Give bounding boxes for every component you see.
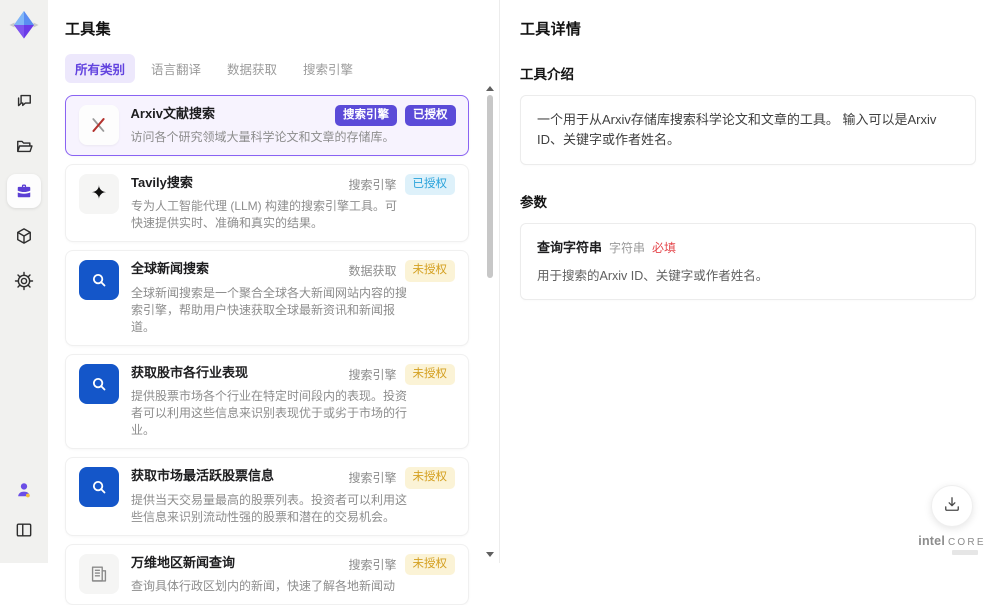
tool-name: 获取股市各行业表现 (131, 364, 248, 382)
category-tabs: 所有类别 语言翻译 数据获取 搜索引擎 (65, 54, 479, 83)
tool-card-global-news[interactable]: 全球新闻搜索 数据获取 未授权 全球新闻搜索是一个聚合全球各大新闻网站内容的搜索… (65, 250, 469, 346)
download-button[interactable] (931, 485, 973, 527)
tool-description: 查询具体行政区划内的新闻，快速了解各地新闻动 (131, 578, 408, 595)
corner-widgets: intel core (920, 485, 984, 555)
sidebar-item-toolbox[interactable] (7, 174, 41, 208)
intel-logo-sub-mark (952, 550, 978, 555)
active-stocks-search-icon (79, 467, 119, 507)
sidebar-item-chat[interactable] (7, 84, 41, 118)
tool-name: Tavily搜索 (131, 174, 193, 192)
tool-name: 获取市场最活跃股票信息 (131, 467, 274, 485)
panel-toggle-icon (14, 520, 34, 540)
tool-description: 提供股票市场各个行业在特定时间段内的表现。投资者可以利用这些信息来识别表现优于或… (131, 388, 408, 439)
tool-card-stock-sector[interactable]: 获取股市各行业表现 搜索引擎 未授权 提供股票市场各个行业在特定时间段内的表现。… (65, 354, 469, 450)
chat-icon (14, 91, 34, 111)
tool-card-active-stocks[interactable]: 获取市场最活跃股票信息 搜索引擎 未授权 提供当天交易量最高的股票列表。投资者可… (65, 457, 469, 536)
tool-card-list: Arxiv文献搜索 搜索引擎 已授权 访问各个研究领域大量科学论文和文章的存储库… (65, 95, 479, 605)
auth-status-badge: 已授权 (405, 174, 456, 196)
category-badge: 搜索引擎 (335, 105, 397, 127)
tools-panel-title: 工具集 (65, 18, 479, 39)
tools-panel: 工具集 所有类别 语言翻译 数据获取 搜索引擎 Arxiv文献搜索 (48, 0, 500, 563)
arxiv-logo-icon (79, 105, 119, 145)
tool-card-tavily[interactable]: ✦ Tavily搜索 搜索引擎 已授权 专为人工智能代理 (LLM) 构建的搜索… (65, 164, 469, 243)
tool-name: 全球新闻搜索 (131, 260, 209, 278)
category-label: 数据获取 (348, 262, 396, 279)
tool-description: 访问各个研究领域大量科学论文和文章的存储库。 (131, 129, 408, 146)
params-section-heading: 参数 (520, 191, 976, 211)
app-logo-icon (7, 8, 41, 42)
tool-detail-panel: 工具详情 工具介绍 一个用于从Arxiv存储库搜索科学论文和文章的工具。 输入可… (500, 0, 1000, 563)
download-icon (942, 494, 962, 519)
tool-card-regional-news[interactable]: 万维地区新闻查询 搜索引擎 未授权 查询具体行政区划内的新闻，快速了解各地新闻动 (65, 544, 469, 605)
tool-card-arxiv[interactable]: Arxiv文献搜索 搜索引擎 已授权 访问各个研究领域大量科学论文和文章的存储库… (65, 95, 469, 156)
category-label: 搜索引擎 (348, 366, 396, 383)
regional-news-icon (79, 554, 119, 594)
scroll-down-arrow-icon[interactable] (486, 552, 494, 557)
tab-search-engine[interactable]: 搜索引擎 (293, 54, 363, 83)
toolbox-icon (14, 181, 34, 201)
list-scrollbar (485, 86, 495, 557)
sidebar-bottom (7, 473, 41, 553)
intel-core-logo: intel core (920, 534, 984, 548)
user-avatar-icon (14, 480, 34, 500)
parameter-description: 用于搜索的Arxiv ID、关键字或作者姓名。 (537, 265, 959, 284)
tool-intro-text: 一个用于从Arxiv存储库搜索科学论文和文章的工具。 输入可以是Arxiv ID… (520, 95, 976, 165)
category-label: 搜索引擎 (348, 469, 396, 486)
auth-status-badge: 未授权 (405, 260, 456, 282)
auth-status-badge: 未授权 (405, 467, 456, 489)
tab-data-fetching[interactable]: 数据获取 (217, 54, 287, 83)
sidebar-item-packages[interactable] (7, 219, 41, 253)
global-news-search-icon (79, 260, 119, 300)
intro-section-heading: 工具介绍 (520, 63, 976, 83)
parameter-type: 字符串 (609, 239, 645, 256)
tool-description: 全球新闻搜索是一个聚合全球各大新闻网站内容的搜索引擎，帮助用户快速获取全球最新资… (131, 285, 408, 336)
folder-icon (14, 136, 34, 156)
scrollbar-thumb[interactable] (487, 95, 493, 278)
tool-description: 专为人工智能代理 (LLM) 构建的搜索引擎工具。可快速提供实时、准确和真实的结… (131, 198, 408, 232)
tab-language-translation[interactable]: 语言翻译 (141, 54, 211, 83)
tool-name: Arxiv文献搜索 (131, 105, 216, 123)
tab-all-categories[interactable]: 所有类别 (65, 54, 135, 83)
parameter-card: 查询字符串 字符串 必填 用于搜索的Arxiv ID、关键字或作者姓名。 (520, 223, 976, 300)
category-label: 搜索引擎 (348, 556, 396, 573)
panel-toggle-button[interactable] (7, 513, 41, 547)
detail-panel-title: 工具详情 (520, 18, 976, 39)
settings-icon (14, 271, 34, 291)
sidebar-item-files[interactable] (7, 129, 41, 163)
stock-sector-search-icon (79, 364, 119, 404)
tool-description: 提供当天交易量最高的股票列表。投资者可以利用这些信息来识别流动性强的股票和潜在的… (131, 492, 408, 526)
auth-status-badge: 已授权 (405, 105, 456, 127)
sidebar (0, 0, 48, 563)
tavily-star-icon: ✦ (79, 174, 119, 214)
auth-status-badge: 未授权 (405, 364, 456, 386)
user-profile-button[interactable] (7, 473, 41, 507)
required-badge: 必填 (652, 239, 676, 256)
category-label: 搜索引擎 (348, 176, 396, 193)
scroll-up-arrow-icon[interactable] (486, 86, 494, 91)
app-window: 工具集 所有类别 语言翻译 数据获取 搜索引擎 Arxiv文献搜索 (0, 0, 1000, 563)
package-icon (14, 226, 34, 246)
parameter-name: 查询字符串 (537, 237, 602, 256)
auth-status-badge: 未授权 (405, 554, 456, 576)
sidebar-item-settings[interactable] (7, 264, 41, 298)
